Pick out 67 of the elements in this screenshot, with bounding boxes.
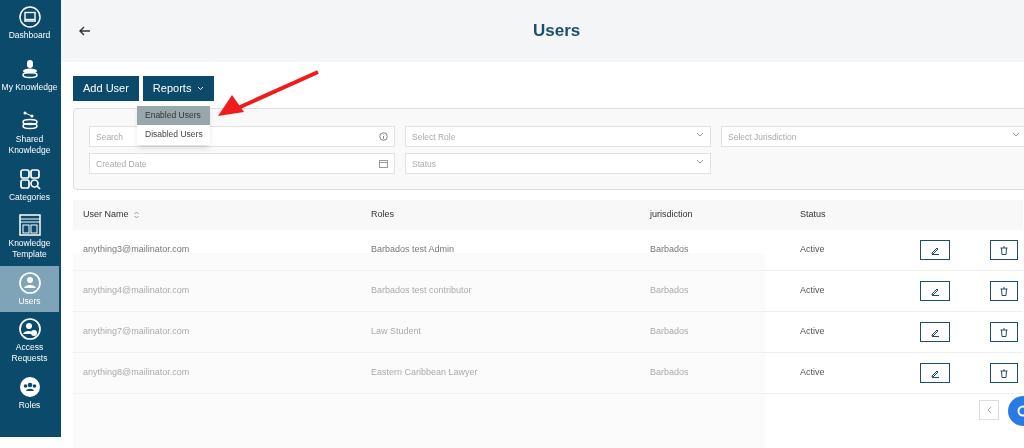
sidebar-item[interactable]: Shared Knowledge bbox=[0, 104, 59, 162]
table-cell: Active bbox=[800, 244, 825, 255]
delete-button[interactable] bbox=[990, 322, 1018, 342]
column-header: Roles bbox=[371, 208, 394, 222]
group-icon bbox=[18, 375, 41, 398]
table-cell: anything3@mailinator.com bbox=[83, 244, 190, 255]
chevron-down-icon bbox=[1012, 132, 1020, 137]
dropdown-item[interactable]: Enabled Users bbox=[137, 106, 210, 125]
table-cell: Active bbox=[800, 367, 825, 378]
delete-button[interactable] bbox=[990, 281, 1018, 301]
table-cell: anything7@mailinator.com bbox=[83, 326, 190, 337]
column-header[interactable]: User Name bbox=[83, 208, 129, 222]
chevron-down-icon bbox=[696, 132, 704, 137]
pencil-icon bbox=[930, 368, 940, 378]
trash-icon bbox=[1000, 327, 1008, 337]
chevron-down-icon bbox=[197, 86, 205, 91]
table-cell: Eastern Caribbean Lawyer bbox=[371, 367, 478, 378]
add-user-button[interactable]: Add User bbox=[73, 76, 139, 101]
table-cell: anything8@mailinator.com bbox=[83, 367, 190, 378]
sidebar-item[interactable]: My Knowledge bbox=[0, 46, 59, 104]
table-cell: Barbados bbox=[650, 326, 689, 337]
calendar-icon bbox=[379, 159, 388, 168]
reports-button[interactable]: Reports bbox=[142, 76, 215, 101]
info-icon bbox=[379, 132, 388, 141]
dropdown-item[interactable]: Disabled Users bbox=[137, 125, 210, 144]
pencil-icon bbox=[930, 327, 940, 337]
trash-icon bbox=[1000, 286, 1008, 296]
trash-icon bbox=[1000, 245, 1008, 255]
sidebar-item[interactable]: Categories bbox=[0, 162, 59, 208]
table-cell: Barbados bbox=[650, 285, 689, 296]
sidebar-item[interactable]: Access Requests bbox=[0, 312, 59, 370]
table-cell: Barbados bbox=[650, 367, 689, 378]
table-cell: Active bbox=[800, 326, 825, 337]
select-field[interactable]: Select Role bbox=[405, 126, 711, 147]
pencil-icon bbox=[930, 245, 940, 255]
column-header: jurisdiction bbox=[650, 208, 693, 222]
edit-button[interactable] bbox=[920, 281, 950, 301]
edit-button[interactable] bbox=[920, 240, 950, 260]
select-field[interactable]: Status bbox=[405, 153, 711, 174]
table-cell: Barbados test contributor bbox=[371, 285, 472, 296]
delete-button[interactable] bbox=[990, 363, 1018, 383]
table-cell: Active bbox=[800, 285, 825, 296]
chevron-down-icon bbox=[696, 159, 704, 164]
template-icon bbox=[18, 214, 41, 236]
page-title: Users bbox=[533, 20, 581, 42]
delete-button[interactable] bbox=[990, 240, 1018, 260]
sidebar-item[interactable]: Knowledge Template bbox=[0, 208, 59, 266]
edit-button[interactable] bbox=[920, 322, 950, 342]
table-cell: Barbados test Admin bbox=[371, 244, 455, 255]
trash-icon bbox=[1000, 368, 1008, 378]
select-field[interactable]: Select Jurisdiction bbox=[721, 126, 1024, 147]
table-cell: anything4@mailinator.com bbox=[83, 285, 190, 296]
user-icon bbox=[18, 271, 41, 294]
pencil-icon bbox=[930, 286, 940, 296]
edit-button[interactable] bbox=[920, 363, 950, 383]
chevron-left-icon bbox=[986, 406, 992, 414]
sort-icon bbox=[133, 211, 139, 219]
column-header: Status bbox=[800, 208, 826, 222]
back-arrow-icon bbox=[79, 26, 91, 36]
grid-search-icon bbox=[18, 167, 41, 190]
sidebar-item[interactable]: Roles bbox=[0, 370, 59, 416]
date-field[interactable]: Created Date bbox=[89, 153, 395, 174]
table-cell: Law Student bbox=[371, 326, 422, 337]
user-badge-icon bbox=[18, 318, 41, 340]
sidebar-item[interactable]: Dashboard bbox=[0, 0, 59, 46]
laptop-icon bbox=[18, 5, 41, 28]
table-cell: Barbados bbox=[650, 244, 689, 255]
